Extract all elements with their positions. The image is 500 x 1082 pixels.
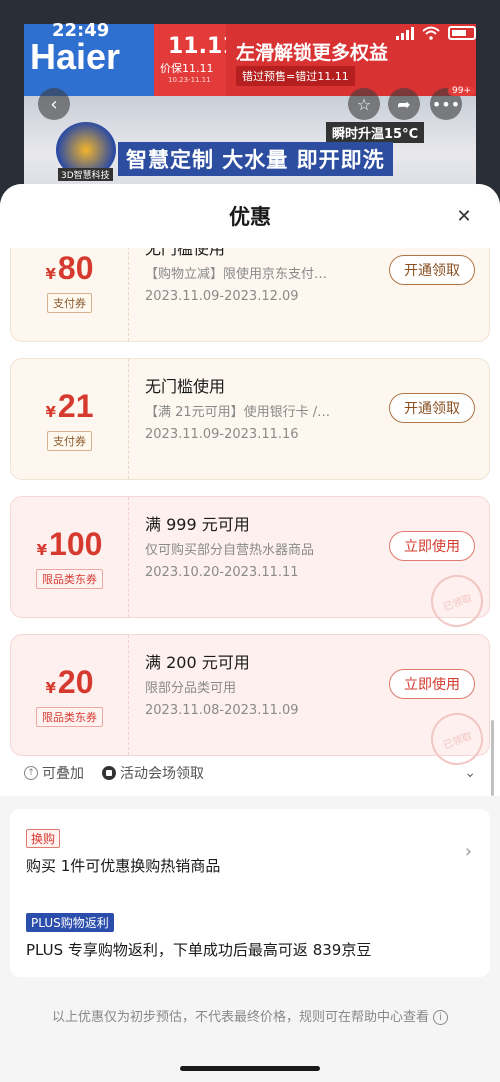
promotions-card: 换购 购买 1件可优惠换购热销商品 › PLUS购物返利 PLUS 专享购物返利… [10,809,490,977]
battery-icon [448,26,476,40]
wifi-icon [422,26,440,40]
coupon-card: ¥ 80 支付券 无门槛使用 【购物立减】限使用京东支付… 2023.11.09… [10,248,490,342]
coupon-value: ¥ 20 限品类东券 [11,635,129,755]
signal-icon [396,26,414,40]
currency-symbol: ¥ [45,264,56,283]
currency-symbol: ¥ [45,402,56,421]
coupon-card: ¥ 21 支付券 无门槛使用 【满 21元可用】使用银行卡 /… 2023.11… [10,358,490,480]
venue-icon [102,766,116,780]
back-button[interactable]: ‹ [38,88,70,120]
coupon-value: ¥ 21 支付券 [11,359,129,479]
coupon-card: ¥ 20 限品类东券 满 200 元可用 限部分品类可用 2023.11.08-… [10,634,491,773]
coupon-info: 无门槛使用 【购物立减】限使用京东支付… 2023.11.09-2023.12.… [145,248,489,341]
coupon-validity: 2023.11.09-2023.12.09 [145,289,299,304]
coupon-amount: 100 [49,525,103,562]
sheet-title: 优惠 [229,205,271,229]
home-indicator[interactable] [180,1066,320,1071]
currency-symbol: ¥ [45,678,56,697]
coupon-info: 无门槛使用 【满 21元可用】使用银行卡 /… 2023.11.09-2023.… [145,359,489,479]
coupon-description: 仅可购买部分自营热水器商品 [145,543,315,558]
disclaimer-text: 以上优惠仅为初步预估，不代表最终价格，规则可在帮助中心查看 [51,1010,429,1025]
medal-label: 3D智慧科技 [58,168,113,181]
currency-symbol: ¥ [36,540,48,559]
more-icon: ••• [431,94,461,114]
coupon-amount: 21 [57,387,94,424]
swap-offer-text[interactable]: 购买 1件可优惠换购热销商品 [26,855,220,876]
close-button[interactable]: ✕ [452,204,476,228]
claim-button[interactable]: 开通领取 [389,255,475,285]
event-date: 10.23-11.11 [168,76,211,84]
promo-headline: 左滑解锁更多权益 [236,42,389,64]
temperature-tag: 瞬时升温15°C [326,122,425,143]
venue-label: 活动会场领取 [120,766,204,782]
coupon-description: 【购物立减】限使用京东支付… [145,267,328,282]
coupon-list[interactable]: ¥ 80 支付券 无门槛使用 【购物立减】限使用京东支付… 2023.11.09… [0,248,500,796]
favorite-button[interactable]: ☆ [348,88,380,120]
coupon-info: 满 200 元可用 限部分品类可用 2023.11.08-2023.11.09 … [145,635,491,773]
coupon-title: 满 999 元可用 [145,515,250,534]
chevron-left-icon: ‹ [50,93,58,115]
plus-rebate-text: PLUS 专享购物返利，下单成功后最高可返 839京豆 [26,941,372,959]
sheet-header: 优惠 ✕ [0,184,500,248]
coupon-value: ¥ 80 支付券 [11,248,129,341]
stackable-label: 可叠加 [42,766,84,782]
coupon-title: 满 200 元可用 [145,653,250,672]
notification-badge: 99+ [448,86,475,96]
coupon-title: 无门槛使用 [145,377,226,396]
chevron-right-icon[interactable]: › [465,841,472,862]
use-now-button[interactable]: 立即使用 [389,669,475,699]
coupon-amount: 80 [57,249,94,286]
plus-rebate-tag: PLUS购物返利 [26,913,114,932]
coupon-description: 【满 21元可用】使用银行卡 /… [145,405,331,420]
coupon-validity: 2023.11.08-2023.11.09 [145,703,299,718]
stack-icon: ↑ [24,766,38,780]
coupon-description: 限部分品类可用 [145,681,237,696]
coupon-value: ¥ 100 限品类东券 [11,497,129,617]
star-icon: ☆ [356,94,372,114]
swap-tag: 换购 [26,829,61,848]
promo-subline: 错过预售=错过11.11 [236,66,355,86]
coupon-footer[interactable]: ↑ 可叠加 活动会场领取 ⌄ [10,758,490,788]
coupon-amount: 20 [57,663,94,700]
claimed-stamp: 已领取 [423,567,491,635]
status-icons [396,26,476,40]
discount-sheet: 优惠 ✕ ¥ 80 支付券 无门槛使用 【购物立减】限使用京东支付… 2023.… [0,184,500,1082]
claim-button[interactable]: 开通领取 [389,393,475,423]
status-time: 22:49 [52,20,110,41]
coupon-type-tag: 支付券 [47,430,92,451]
chevron-down-icon[interactable]: ⌄ [464,765,476,781]
close-icon: ✕ [456,205,472,227]
scrollbar[interactable] [491,720,494,796]
product-page-background: Haier 11.11 价保11.11 10.23-11.11 左滑解锁更多权益… [0,0,500,200]
coupon-type-tag: 支付券 [47,292,92,313]
coupon-info: 满 999 元可用 仅可购买部分自营热水器商品 2023.10.20-2023.… [145,497,491,635]
product-slogan: 智慧定制 大水量 即开即洗 [118,142,393,176]
coupon-card: ¥ 100 限品类东券 满 999 元可用 仅可购买部分自营热水器商品 2023… [10,496,491,635]
use-now-button[interactable]: 立即使用 [389,531,475,561]
coupon-validity: 2023.11.09-2023.11.16 [145,427,299,442]
coupon-title: 无门槛使用 [145,248,226,258]
brand-logo: Haier [30,36,121,77]
disclaimer: 以上优惠仅为初步预估，不代表最终价格，规则可在帮助中心查看 i [0,1006,500,1025]
share-button[interactable]: ➦ [388,88,420,120]
coupon-validity: 2023.10.20-2023.11.11 [145,565,299,580]
coupon-type-tag: 限品类东券 [36,706,103,727]
share-icon: ➦ [397,94,411,114]
event-price-label: 价保11.11 [160,62,214,75]
coupon-type-tag: 限品类东券 [36,568,103,589]
info-icon[interactable]: i [433,1010,448,1025]
